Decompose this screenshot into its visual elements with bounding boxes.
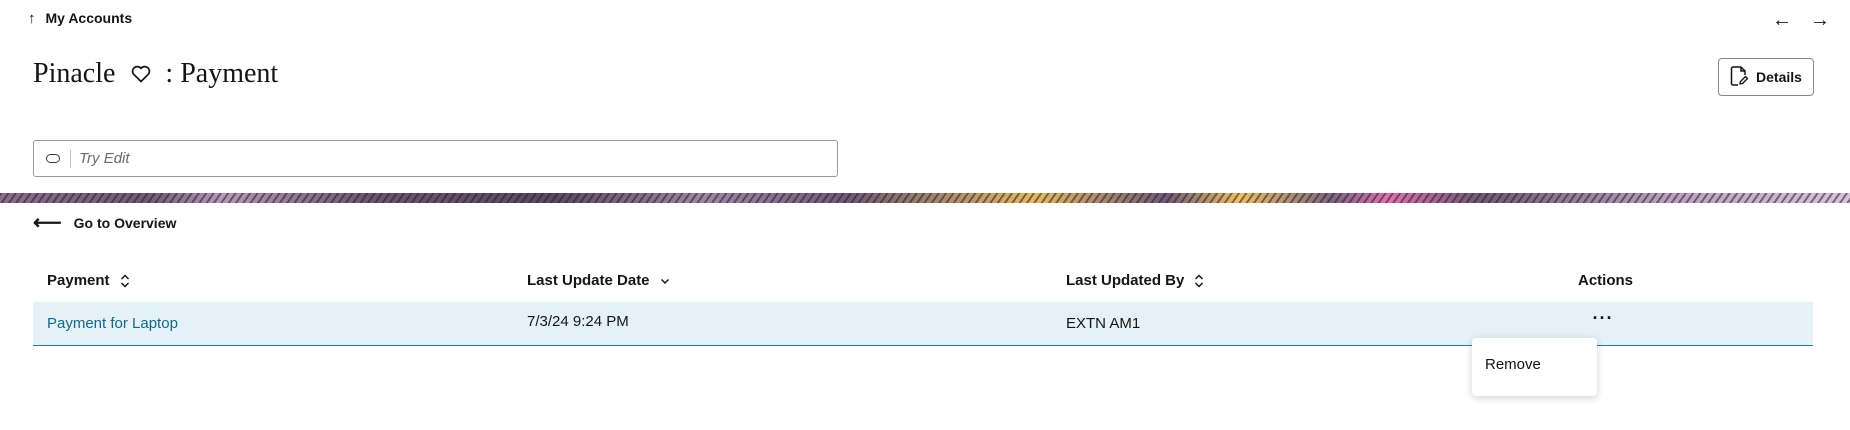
search-input[interactable] [79,141,837,176]
decorative-banner [0,193,1850,203]
overview-link-label: Go to Overview [73,215,177,231]
arrow-left-icon: ⟵ [33,212,62,234]
next-record-button[interactable]: → [1808,6,1832,34]
page-title-main: Pinacle [33,58,116,89]
details-button-label: Details [1756,69,1802,85]
column-header-payment[interactable]: Payment [47,272,130,289]
arrow-left-icon: ← [1772,8,1792,31]
heart-icon[interactable] [129,62,153,86]
my-accounts-back-link[interactable]: ↑ My Accounts [28,10,132,26]
back-link-label: My Accounts [45,10,133,26]
go-to-overview-link[interactable]: ⟵ Go to Overview [33,213,176,233]
column-header-last-update-date[interactable]: Last Update Date [527,272,670,289]
sort-both-icon[interactable] [120,273,130,288]
column-label: Payment [47,272,110,289]
row-actions-menu: Remove [1472,338,1597,396]
last-updated-by-cell: EXTN AM1 [1066,315,1141,332]
menu-item-remove[interactable]: Remove [1485,356,1541,373]
record-navigation: ← → [1770,6,1832,34]
column-label: Last Updated By [1066,272,1185,289]
search-divider [70,149,71,168]
more-horizontal-icon: ··· [1592,307,1614,328]
payment-link[interactable]: Payment for Laptop [47,315,178,332]
search-bar [33,140,838,177]
row-actions-button[interactable]: ··· [1588,306,1618,330]
arrow-up-icon: ↑ [28,9,36,27]
column-label: Last Update Date [527,272,650,289]
column-header-last-updated-by[interactable]: Last Updated By [1066,272,1204,289]
details-button[interactable]: Details [1718,58,1814,96]
previous-record-button[interactable]: ← [1770,6,1794,34]
payments-table: Payment Last Update Date Last Updated By… [33,262,1813,346]
arrow-right-icon: → [1810,8,1830,31]
sort-descending-icon[interactable] [660,274,670,288]
column-label: Actions [1578,272,1634,289]
column-header-actions: Actions [1578,272,1633,289]
sort-both-icon[interactable] [1194,273,1204,288]
table-header: Payment Last Update Date Last Updated By… [33,262,1813,302]
last-update-date-cell: 7/3/24 9:24 PM [527,313,629,330]
top-bar: ↑ My Accounts ← → [0,0,1850,40]
page-title-suffix: : Payment [165,58,279,89]
document-edit-icon [1730,65,1749,89]
page-title: Pinacle : Payment [33,58,278,90]
oracle-search-icon [46,154,60,163]
